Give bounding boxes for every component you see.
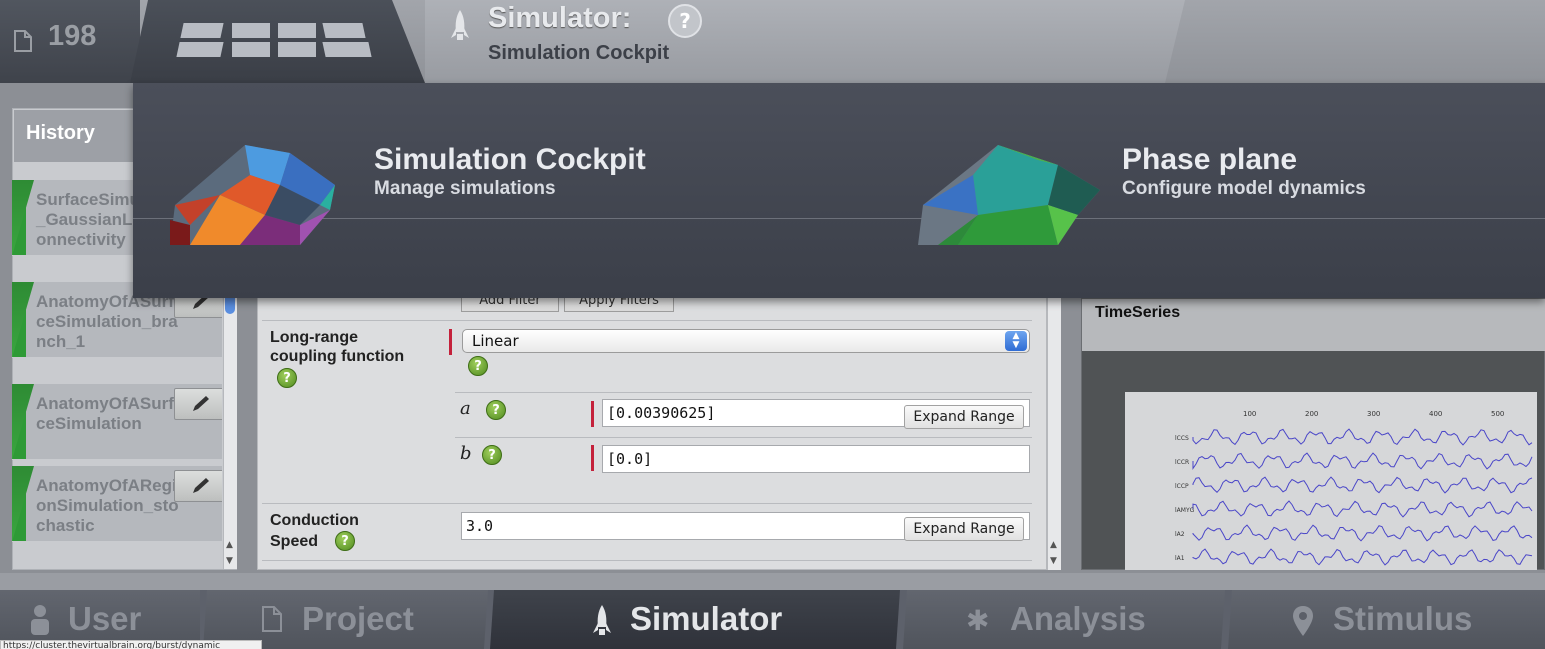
expand-range-button[interactable]: Expand Range xyxy=(904,517,1024,541)
x-tick-label: 100 xyxy=(1243,410,1256,418)
signal-trace xyxy=(1192,500,1533,518)
rocket-icon xyxy=(451,10,469,40)
divider xyxy=(262,560,1032,561)
signal-lines xyxy=(1192,428,1533,566)
document-icon xyxy=(14,30,32,52)
history-title: History xyxy=(26,122,95,144)
help-icon[interactable]: ? xyxy=(482,445,502,465)
history-item[interactable]: AnatomyOfARegionSimulation_stochastic xyxy=(12,466,222,542)
nav-label-user[interactable]: User xyxy=(68,600,141,638)
page-subtitle: Simulation Cockpit xyxy=(488,42,670,64)
menu-bar-icon xyxy=(176,42,224,57)
phase-plane-icon[interactable] xyxy=(918,145,1103,245)
scroll-down-icon[interactable]: ▼ xyxy=(226,556,233,566)
rocket-icon xyxy=(593,605,611,635)
x-tick-label: 500 xyxy=(1491,410,1504,418)
help-icon[interactable]: ? xyxy=(277,368,297,388)
signal-trace xyxy=(1192,428,1533,446)
signal-trace xyxy=(1192,524,1533,542)
help-icon[interactable]: ? xyxy=(668,4,702,38)
x-tick-label: 300 xyxy=(1367,410,1380,418)
menu-item-title[interactable]: Simulation Cockpit xyxy=(374,143,646,177)
history-item-name: AnatomyOfASurfaceSimulation_branch_1 xyxy=(36,292,184,351)
edit-button[interactable] xyxy=(174,470,222,502)
status-bar-url: https://cluster.thevirtualbrain.org/burs… xyxy=(0,640,262,649)
menu-bar-icon xyxy=(322,23,366,38)
edit-button[interactable] xyxy=(174,388,222,420)
x-tick-label: 400 xyxy=(1429,410,1442,418)
help-icon[interactable]: ? xyxy=(486,400,506,420)
timeseries-chart: 100 200 300 400 500 lCCS lCCR lCCP lAMYG lA2 lA1 xyxy=(1175,410,1533,566)
channel-label: lCCP xyxy=(1175,483,1189,490)
conduction-label-line1: Conduction xyxy=(270,512,359,529)
form-scrollbar[interactable] xyxy=(1047,295,1061,570)
history-item-name: AnatomyOfARegionSimulation_stochastic xyxy=(36,476,179,535)
pencil-icon xyxy=(193,396,209,411)
x-tick-label: 200 xyxy=(1305,410,1318,418)
simulation-cockpit-icon[interactable] xyxy=(170,145,355,245)
pencil-icon xyxy=(193,478,209,493)
coupling-label-line2: coupling function xyxy=(270,348,405,365)
main-menu-button[interactable] xyxy=(130,0,425,83)
menu-item-subtitle[interactable]: Manage simulations xyxy=(374,178,556,200)
help-icon[interactable]: ? xyxy=(335,531,355,551)
select-arrows-icon[interactable]: ▲ ▼ xyxy=(1005,331,1027,351)
menu-item-title[interactable]: Phase plane xyxy=(1122,143,1297,177)
conduction-label-line2: Speed xyxy=(270,533,319,550)
gear-icon: ✱ xyxy=(966,604,990,637)
nav-label-stimulus[interactable]: Stimulus xyxy=(1333,600,1472,638)
scroll-up-icon[interactable]: ▲ xyxy=(226,540,233,550)
channel-label: lCCS xyxy=(1175,435,1189,442)
user-icon xyxy=(31,605,49,635)
signal-trace xyxy=(1192,476,1533,494)
param-b-label: b xyxy=(460,443,472,464)
scroll-up-icon[interactable]: ▲ xyxy=(1050,540,1057,550)
menu-item-subtitle[interactable]: Configure model dynamics xyxy=(1122,178,1366,200)
menu-bar-icon xyxy=(232,42,270,57)
param-a-label: a xyxy=(460,398,471,419)
nav-label-project[interactable]: Project xyxy=(302,600,414,638)
channel-label: lAMYG xyxy=(1175,507,1195,514)
menu-bar-icon xyxy=(180,23,224,38)
coupling-label-line1: Long-range xyxy=(270,329,358,346)
menu-bar-icon xyxy=(322,42,372,57)
location-pin-icon xyxy=(1293,606,1313,636)
required-marker xyxy=(449,329,452,355)
project-count: 198 xyxy=(48,20,97,52)
page-title: Simulator: xyxy=(488,2,632,34)
channel-labels: lCCS lCCR lCCP lAMYG lA2 lA1 xyxy=(1175,435,1195,562)
channel-label: lA1 xyxy=(1175,555,1185,562)
menu-bar-icon xyxy=(232,23,270,38)
document-icon xyxy=(262,606,282,632)
signal-trace xyxy=(1192,452,1533,471)
x-axis-ticks: 100 200 300 400 500 xyxy=(1243,410,1504,418)
help-icon[interactable]: ? xyxy=(468,356,488,376)
scroll-down-icon[interactable]: ▼ xyxy=(1050,556,1057,566)
menu-bar-icon xyxy=(278,23,316,38)
coupling-function-select[interactable]: Linear xyxy=(462,329,1030,353)
timeseries-title: TimeSeries xyxy=(1095,304,1181,321)
required-marker xyxy=(591,445,594,471)
nav-label-simulator[interactable]: Simulator xyxy=(630,600,782,638)
signal-trace xyxy=(1192,548,1533,566)
history-item[interactable]: AnatomyOfASurfaceSimulation xyxy=(12,384,222,460)
history-scrollbar[interactable] xyxy=(223,285,237,569)
divider xyxy=(262,503,1032,504)
required-marker xyxy=(591,401,594,427)
nav-label-analysis[interactable]: Analysis xyxy=(1010,600,1146,638)
divider xyxy=(262,320,1032,321)
expand-range-button[interactable]: Expand Range xyxy=(904,405,1024,429)
param-b-input[interactable]: [0.0] xyxy=(602,445,1030,473)
channel-label: lA2 xyxy=(1175,531,1185,538)
history-item-name: AnatomyOfASurfaceSimulation xyxy=(36,394,184,433)
divider xyxy=(455,437,1032,438)
channel-label: lCCR xyxy=(1175,459,1189,466)
divider xyxy=(455,392,1032,393)
menu-bar-icon xyxy=(278,42,316,57)
